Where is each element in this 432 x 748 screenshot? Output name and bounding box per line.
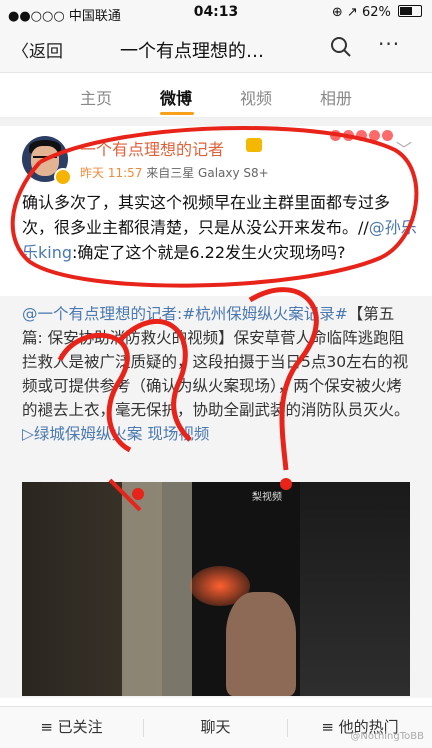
reposted-content[interactable]: @一个有点理想的记者:#杭州保姆纵火案记录#【第五篇: 保安协助消防救火的视频】… — [0, 296, 432, 698]
tab-album[interactable]: 相册 — [320, 85, 352, 109]
post-text-suffix: :确定了这个就是6.22发生火灾现场吗? — [72, 243, 346, 262]
section-divider — [0, 118, 432, 126]
vip-crown-icon — [246, 138, 262, 152]
status-bar: ●●○○○ 中国联通 04:13 ⊕ ↗ 62% — [0, 0, 432, 26]
post-meta: 昨天 11:57 来自三星 Galaxy S8+ — [80, 164, 269, 181]
tab-video[interactable]: 视频 — [240, 85, 272, 109]
tab-weibo[interactable]: 微博 — [160, 85, 192, 109]
video-link[interactable]: ▷绿城保姆纵火案 现场视频 — [22, 425, 209, 443]
bottom-action-bar: ≡ 已关注 聊天 ≡ 他的热门 @NothingToBB — [0, 706, 432, 748]
verified-badge-icon — [54, 168, 72, 186]
post-body: 确认多次了，其实这个视频早在业主群里面都专过多次，很多业主都很清楚，只是从没公开… — [22, 190, 417, 265]
repost-author-link[interactable]: @一个有点理想的记者 — [22, 305, 177, 323]
video-scene-light — [122, 482, 192, 696]
video-scene-stairs — [300, 482, 410, 696]
battery-fill — [400, 7, 413, 15]
post-source: 来自三星 Galaxy S8+ — [146, 166, 269, 180]
chevron-down-icon[interactable]: ﹀ — [396, 136, 412, 160]
video-person — [226, 592, 296, 696]
post-text-prefix: 确认多次了，其实这个视频早在业主群里面都专过多次，很多业主都很清楚，只是从没公开… — [22, 193, 391, 237]
followed-button[interactable]: ≡ 已关注 — [0, 707, 143, 748]
avatar-glasses — [33, 156, 57, 164]
page-title: 一个有点理想的… — [120, 41, 264, 62]
back-button[interactable]: 〈返回 — [12, 37, 63, 62]
image-watermark: @NothingToBB — [350, 731, 424, 742]
video-thumbnail[interactable]: 梨视频 — [22, 482, 410, 696]
search-icon[interactable] — [330, 36, 352, 63]
repost-body: @一个有点理想的记者:#杭州保姆纵火案记录#【第五篇: 保安协助消防救火的视频】… — [22, 302, 414, 446]
weibo-post: 一个有点理想的记者 昨天 11:57 来自三星 Galaxy S8+ ﹀ 确认多… — [0, 126, 432, 698]
hashtag-link[interactable]: :#杭州保姆纵火案记录# — [177, 305, 348, 323]
active-tab-indicator — [160, 112, 194, 115]
location-icon: ⊕ ↗ — [331, 5, 358, 20]
navigation-bar: 〈返回 一个有点理想的… ··· — [0, 26, 432, 73]
chat-button[interactable]: 聊天 — [144, 707, 287, 748]
tab-home[interactable]: 主页 — [80, 85, 112, 109]
battery-percent: 62% — [361, 5, 391, 20]
video-watermark: 梨视频 — [252, 492, 282, 503]
post-username[interactable]: 一个有点理想的记者 — [80, 136, 224, 160]
more-icon[interactable]: ··· — [378, 32, 400, 56]
profile-tabs: 主页 微博 视频 相册 — [0, 73, 432, 118]
status-indicators: ⊕ ↗ 62% — [332, 5, 422, 20]
battery-icon — [398, 5, 422, 17]
post-time: 昨天 11:57 — [80, 166, 143, 180]
